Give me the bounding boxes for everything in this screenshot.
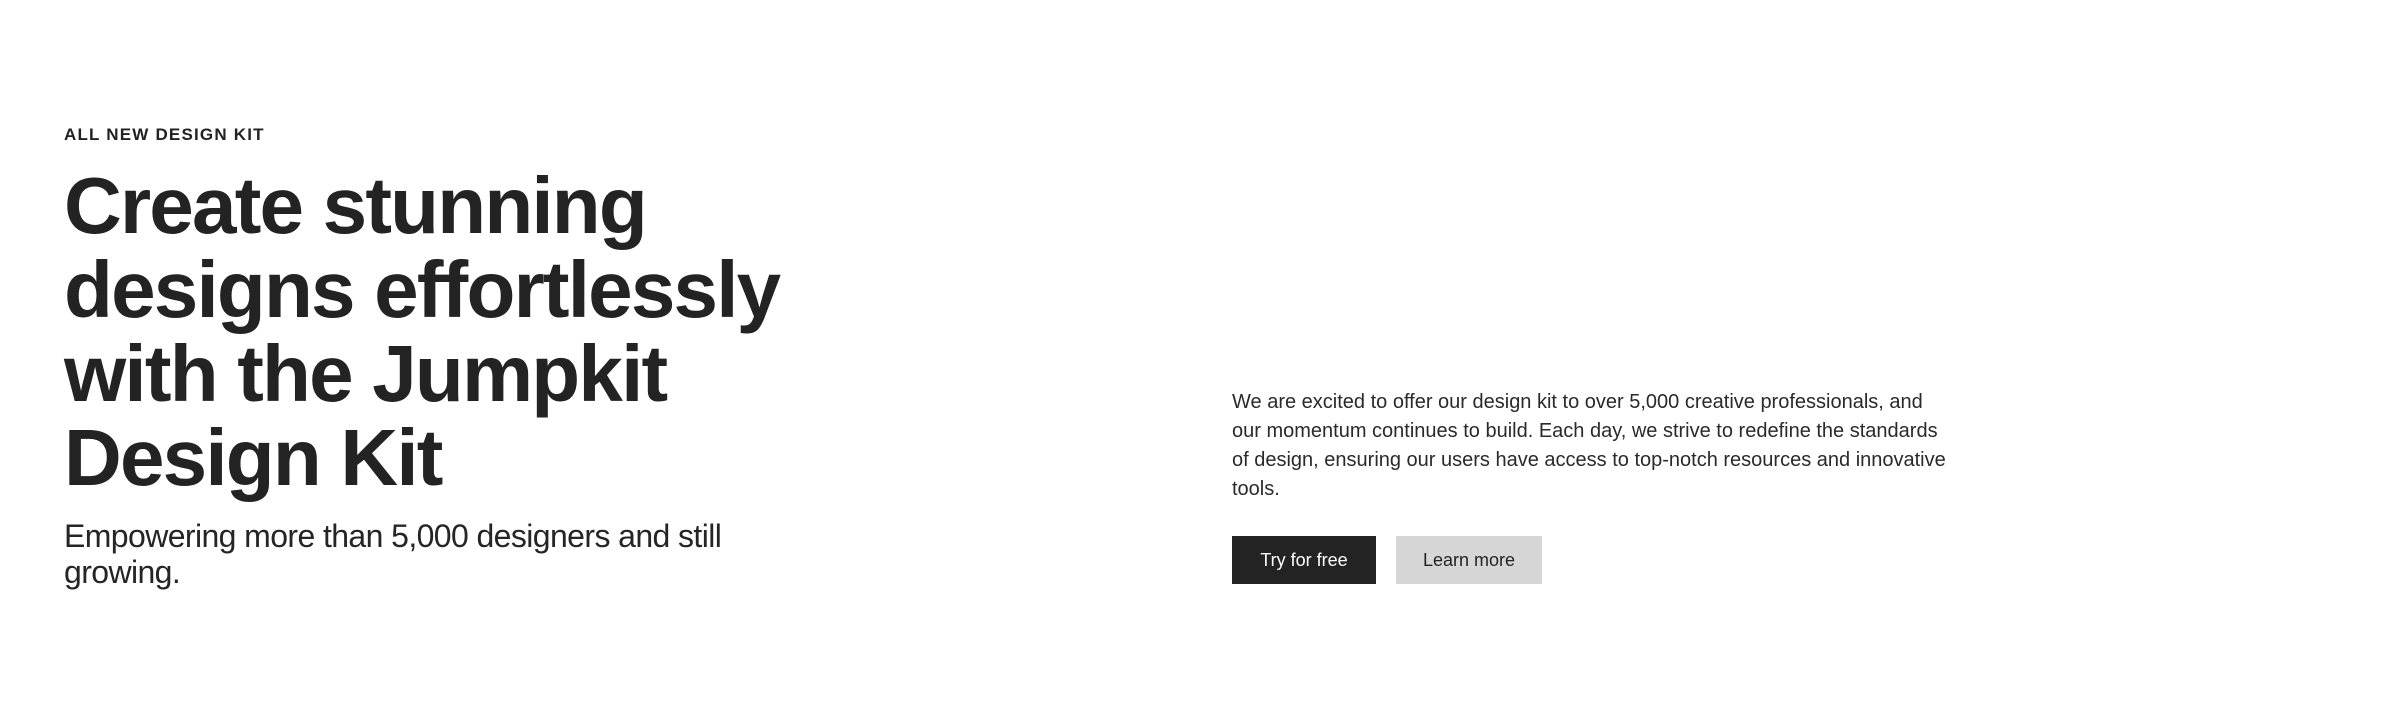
description-text: We are excited to offer our design kit t… — [1232, 391, 1946, 500]
subheading: Empowering more than 5,000 designers and… — [64, 518, 722, 590]
try-for-free-button[interactable]: Try for free — [1232, 536, 1376, 584]
learn-more-button[interactable]: Learn more — [1396, 536, 1542, 584]
eyebrow-label: ALL NEW DESIGN KIT — [64, 125, 265, 144]
hero-section: ALL NEW DESIGN KIT Create stunning desig… — [0, 0, 2400, 713]
hero-intro: ALL NEW DESIGN KIT Create stunning desig… — [64, 124, 824, 590]
hero-details: We are excited to offer our design kit t… — [1232, 388, 1952, 584]
page-title: Create stunning designs effortlessly wit… — [64, 161, 781, 502]
cta-group: Try for free Learn more — [1232, 536, 1952, 584]
